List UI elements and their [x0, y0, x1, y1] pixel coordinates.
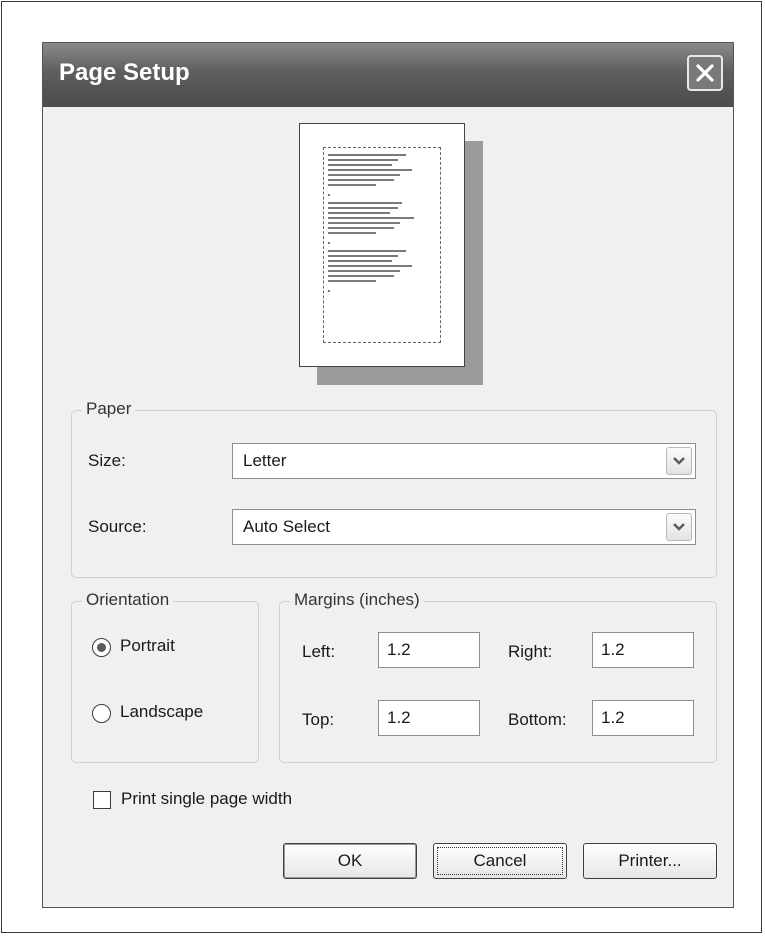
size-dropdown-button[interactable]: [666, 447, 692, 475]
ok-button-label: OK: [337, 851, 363, 870]
portrait-radio[interactable]: [92, 638, 111, 657]
focus-ring: [437, 847, 563, 875]
left-margin-input[interactable]: 1.2: [378, 632, 480, 668]
source-select-value: Auto Select: [243, 517, 330, 536]
page-preview-sheet: [299, 123, 465, 367]
bottom-margin-label: Bottom:: [508, 710, 567, 729]
ok-button[interactable]: OK: [283, 843, 417, 879]
portrait-radio-dot: [97, 643, 106, 652]
source-select[interactable]: Auto Select: [232, 509, 696, 545]
chevron-down-icon: [673, 523, 685, 531]
paper-group: Paper Size: Letter Source: Auto Select: [71, 399, 717, 578]
right-margin-input[interactable]: 1.2: [592, 632, 694, 668]
print-single-page-width-checkbox[interactable]: [93, 791, 111, 809]
size-select-value: Letter: [243, 451, 287, 470]
size-select[interactable]: Letter: [232, 443, 696, 479]
chevron-down-icon: [673, 457, 685, 465]
close-icon: [696, 64, 714, 82]
printer-button-label: Printer...: [618, 851, 682, 870]
dialog-title: Page Setup: [59, 59, 190, 86]
source-dropdown-button[interactable]: [666, 513, 692, 541]
page-setup-dialog: Page Setup Paper Size: Letter Source: Au…: [42, 42, 734, 908]
top-margin-input[interactable]: 1.2: [378, 700, 480, 736]
landscape-label[interactable]: Landscape: [120, 702, 203, 722]
source-label: Source:: [88, 517, 147, 536]
title-bar: Page Setup: [43, 43, 733, 107]
right-margin-label: Right:: [508, 642, 553, 661]
top-margin-label: Top:: [302, 710, 335, 729]
orientation-group: Orientation Portrait Landscape: [71, 590, 259, 763]
orientation-legend: Orientation: [82, 590, 174, 610]
paper-legend: Paper: [82, 399, 136, 419]
close-button[interactable]: [687, 55, 723, 91]
margins-legend: Margins (inches): [290, 590, 424, 610]
landscape-radio[interactable]: [92, 704, 111, 723]
print-single-page-width-label[interactable]: Print single page width: [121, 789, 292, 809]
page-preview-text: [328, 154, 414, 292]
bottom-margin-input[interactable]: 1.2: [592, 700, 694, 736]
page-preview: [299, 123, 519, 393]
margins-group: Margins (inches) Left: 1.2 Right: 1.2 To…: [279, 590, 717, 763]
size-label: Size:: [88, 451, 126, 470]
portrait-label[interactable]: Portrait: [120, 636, 175, 656]
printer-button[interactable]: Printer...: [583, 843, 717, 879]
left-margin-label: Left:: [302, 642, 336, 661]
cancel-button[interactable]: Cancel: [433, 843, 567, 879]
